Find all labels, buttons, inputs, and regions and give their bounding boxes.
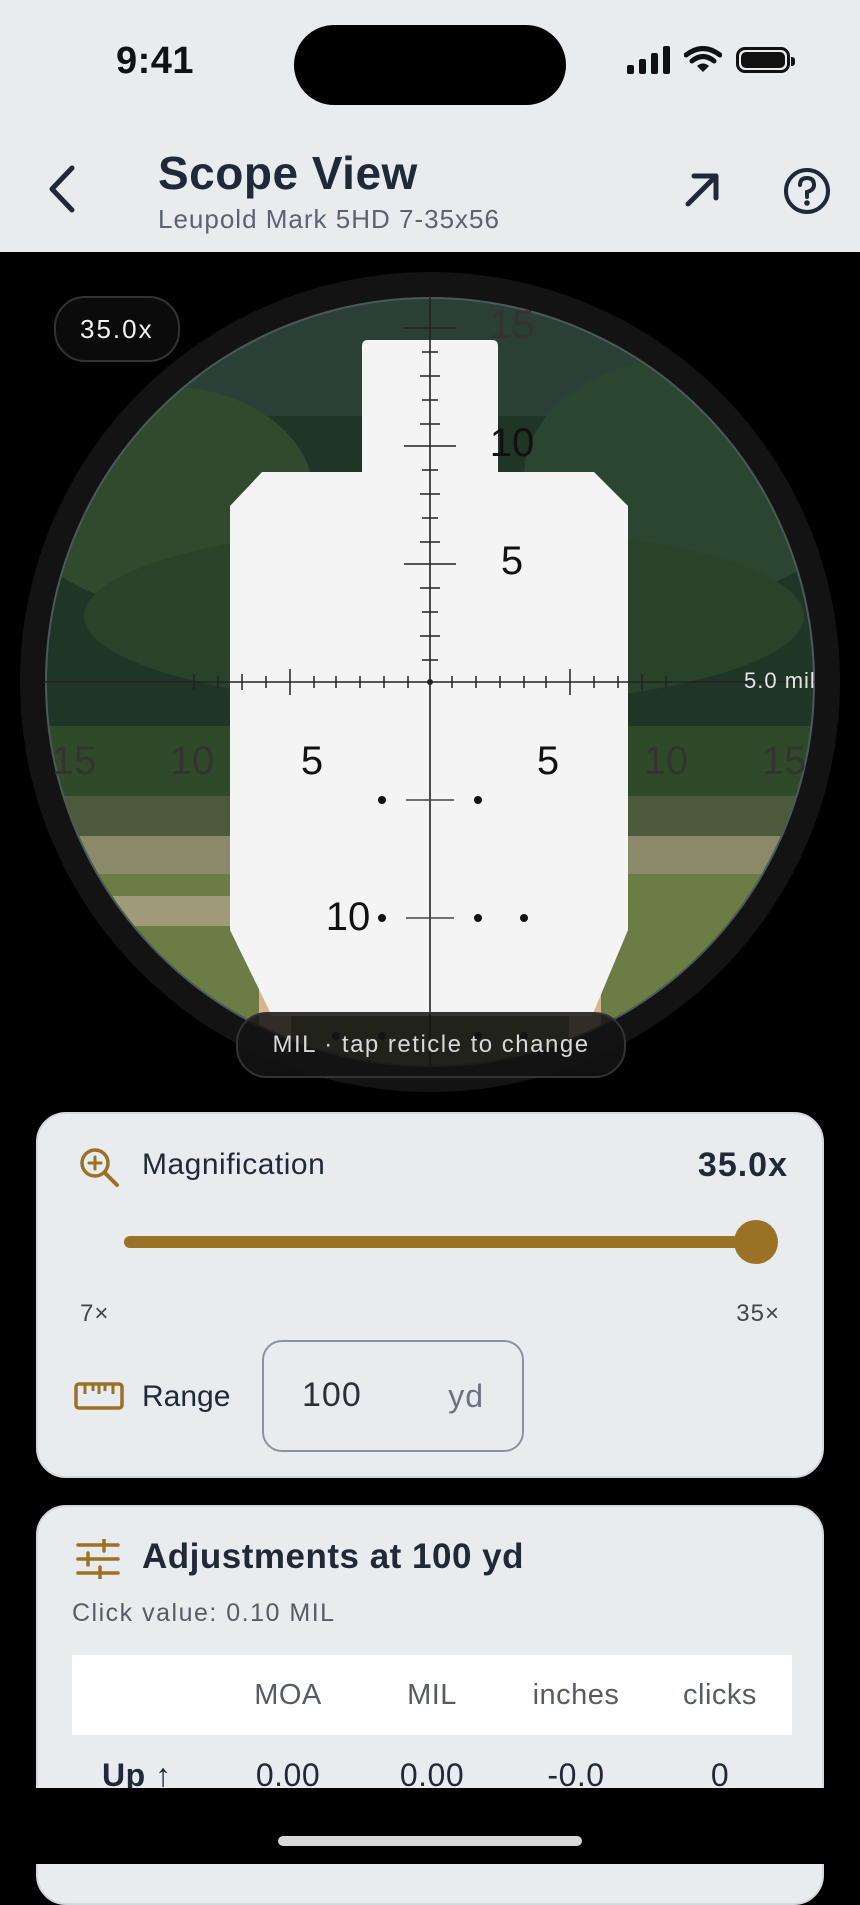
status-icons bbox=[627, 46, 795, 74]
reticle-hint-pill[interactable]: MIL · tap reticle to change bbox=[236, 1012, 626, 1078]
mil-scale-label: 5.0 mil bbox=[744, 668, 816, 693]
column-header-moa: MOA bbox=[254, 1678, 322, 1711]
column-header-mil: MIL bbox=[407, 1678, 457, 1711]
reticle-label-down-10: 10 bbox=[326, 895, 371, 939]
reticle-label-left-5: 5 bbox=[301, 739, 323, 783]
reticle-label-left-15: 15 bbox=[52, 739, 97, 783]
wifi-icon bbox=[684, 46, 722, 72]
reticle-label-right-10: 10 bbox=[644, 739, 689, 783]
back-button[interactable] bbox=[40, 160, 84, 218]
battery-icon bbox=[736, 47, 795, 73]
reticle-label-right-15: 15 bbox=[762, 739, 807, 783]
column-header-inches: inches bbox=[532, 1678, 620, 1711]
table-header: MOA MIL inches clicks bbox=[72, 1655, 792, 1735]
column-header-clicks: clicks bbox=[683, 1678, 757, 1711]
magnification-label: Magnification bbox=[142, 1148, 326, 1181]
question-circle-icon[interactable] bbox=[782, 166, 832, 216]
slider-thumb[interactable] bbox=[734, 1220, 778, 1264]
status-time: 9:41 bbox=[116, 40, 195, 82]
reticle-label-left-10: 10 bbox=[170, 739, 215, 783]
magnification-slider[interactable] bbox=[124, 1220, 778, 1264]
slider-max-label: 35× bbox=[736, 1300, 780, 1327]
page-title: Scope View bbox=[158, 147, 418, 199]
cellular-signal-icon bbox=[627, 46, 670, 74]
range-label: Range bbox=[142, 1380, 231, 1413]
adjustments-title: Adjustments at 100 yd bbox=[142, 1537, 524, 1576]
scope-view[interactable]: 15 10 5 15 10 5 5 10 15 10 35.0x 5.0 mil… bbox=[0, 252, 860, 1102]
ruler-icon bbox=[74, 1382, 124, 1410]
reticle-view[interactable]: 15 10 5 15 10 5 5 10 15 10 bbox=[44, 296, 816, 1068]
sliders-icon bbox=[76, 1539, 120, 1579]
slider-fill bbox=[124, 1236, 756, 1248]
reticle-label-right-5: 5 bbox=[537, 739, 559, 783]
slider-min-label: 7× bbox=[80, 1300, 110, 1327]
arrow-up-right-icon[interactable] bbox=[678, 166, 726, 214]
range-field[interactable]: yd bbox=[262, 1340, 524, 1452]
scope-model-subtitle: Leupold Mark 5HD 7-35x56 bbox=[158, 204, 500, 234]
magnification-value: 35.0x bbox=[697, 1146, 788, 1184]
range-unit: yd bbox=[448, 1378, 484, 1414]
magnification-badge[interactable]: 35.0x bbox=[54, 296, 180, 362]
bottom-safe-area bbox=[0, 1788, 860, 1864]
reticle-label-up-10: 10 bbox=[490, 421, 535, 465]
click-value-text: Click value: 0.10 MIL bbox=[72, 1599, 336, 1627]
reticle-label-up-5: 5 bbox=[501, 539, 523, 583]
range-input[interactable] bbox=[302, 1376, 412, 1415]
top-bar: 9:41 Scope View Leupold Mark 5HD 7-35x56 bbox=[0, 0, 860, 252]
home-indicator[interactable] bbox=[278, 1836, 582, 1846]
dynamic-island bbox=[294, 25, 566, 105]
zoom-in-icon bbox=[80, 1148, 119, 1187]
magnification-card: Magnification 35.0x 7× 35× Range yd bbox=[36, 1112, 824, 1478]
reticle-label-up-15: 15 bbox=[490, 303, 535, 347]
